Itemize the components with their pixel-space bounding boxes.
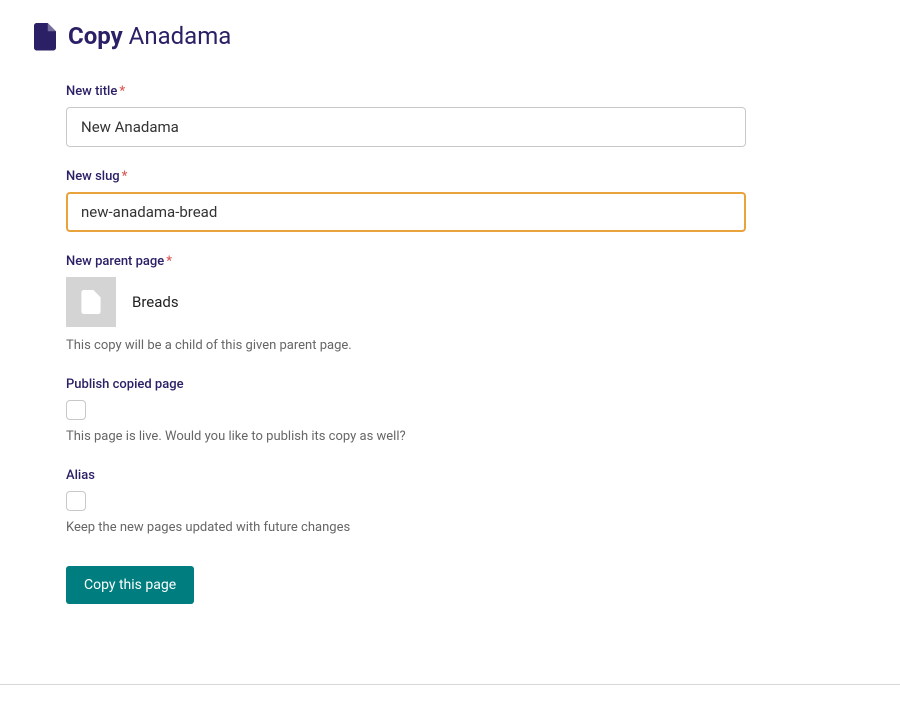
title-action: Copy — [68, 22, 123, 50]
alias-help-text: Keep the new pages updated with future c… — [66, 519, 746, 537]
alias-field: Alias Keep the new pages updated with fu… — [66, 468, 746, 537]
new-title-label: New title* — [66, 84, 746, 99]
new-slug-field: New slug* — [66, 169, 746, 232]
parent-page-chooser[interactable]: Breads — [66, 277, 746, 327]
required-marker: * — [166, 254, 172, 269]
publish-label: Publish copied page — [66, 377, 746, 392]
publish-help-text: This page is live. Would you like to pub… — [66, 428, 746, 446]
alias-checkbox[interactable] — [66, 491, 86, 511]
footer-divider — [0, 684, 900, 685]
parent-page-thumbnail — [66, 277, 116, 327]
new-parent-label: New parent page* — [66, 254, 746, 269]
publish-checkbox[interactable] — [66, 400, 86, 420]
required-marker: * — [122, 169, 128, 184]
new-title-input[interactable] — [66, 107, 746, 147]
new-slug-input[interactable] — [66, 192, 746, 232]
page-header: Copy Anadama — [34, 22, 866, 50]
alias-label: Alias — [66, 468, 746, 483]
publish-field: Publish copied page This page is live. W… — [66, 377, 746, 446]
required-marker: * — [119, 84, 125, 99]
new-title-field: New title* — [66, 84, 746, 147]
page-icon — [34, 23, 56, 49]
page-title: Copy Anadama — [68, 22, 231, 50]
new-slug-label: New slug* — [66, 169, 746, 184]
copy-this-page-button[interactable]: Copy this page — [66, 566, 194, 604]
title-page-name: Anadama — [129, 22, 232, 50]
parent-page-name: Breads — [132, 293, 179, 311]
new-parent-field: New parent page* Breads This copy will b… — [66, 254, 746, 355]
copy-form: New title* New slug* New parent page* Br… — [66, 84, 746, 604]
parent-help-text: This copy will be a child of this given … — [66, 337, 746, 355]
